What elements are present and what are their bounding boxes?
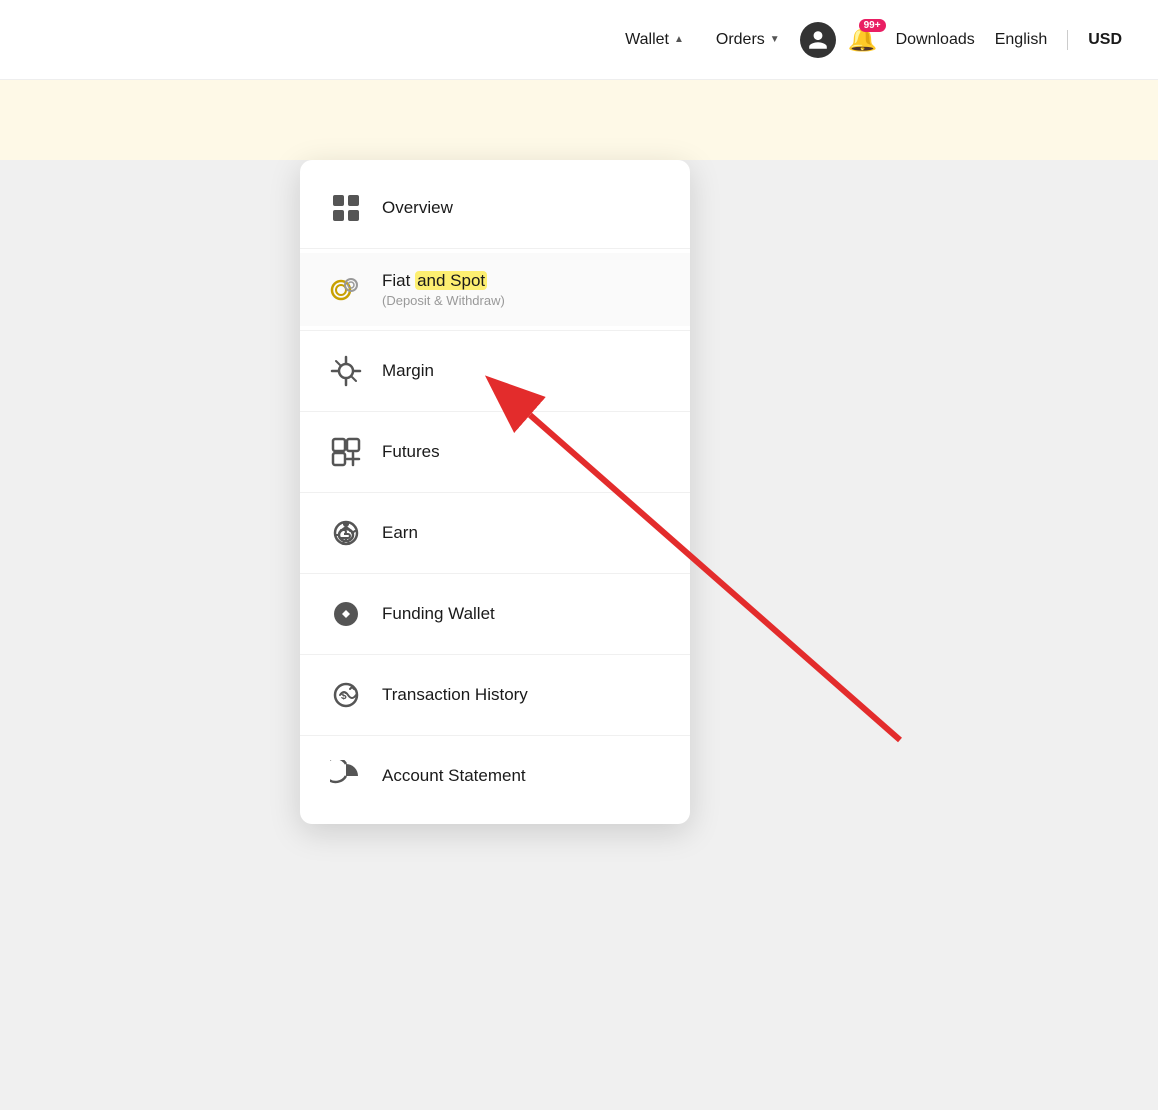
wallet-label: Wallet — [625, 31, 669, 49]
transaction-history-label: Transaction History — [382, 685, 528, 705]
divider-2 — [300, 330, 690, 331]
account-statement-label: Account Statement — [382, 766, 526, 786]
earn-text: Earn — [382, 523, 418, 543]
futures-icon — [328, 434, 364, 470]
promo-banner — [0, 80, 1158, 160]
fiat-spot-icon — [328, 272, 364, 308]
user-avatar[interactable] — [800, 22, 836, 58]
orders-caret: ▼ — [770, 34, 780, 45]
divider-1 — [300, 248, 690, 249]
wallet-nav-button[interactable]: Wallet ▲ — [613, 23, 696, 57]
wallet-caret: ▲ — [674, 34, 684, 45]
divider-5 — [300, 573, 690, 574]
funding-wallet-label: Funding Wallet — [382, 604, 495, 624]
dropdown-item-margin[interactable]: Margin — [300, 335, 690, 407]
earn-label: Earn — [382, 523, 418, 543]
futures-label: Futures — [382, 442, 440, 462]
wallet-dropdown: Overview Fiat and Spot (Deposit & Withdr… — [300, 160, 690, 824]
margin-label: Margin — [382, 361, 434, 381]
navbar: Wallet ▲ Orders ▼ 🔔 99+ Downloads Englis… — [0, 0, 1158, 80]
divider-7 — [300, 735, 690, 736]
nav-items: Wallet ▲ Orders ▼ 🔔 99+ Downloads Englis… — [613, 22, 1128, 58]
fiat-spot-text: Fiat and Spot (Deposit & Withdraw) — [382, 271, 505, 308]
overview-text: Overview — [382, 198, 453, 218]
dropdown-item-overview[interactable]: Overview — [300, 172, 690, 244]
account-statement-text: Account Statement — [382, 766, 526, 786]
margin-text: Margin — [382, 361, 434, 381]
funding-wallet-icon — [328, 596, 364, 632]
divider-3 — [300, 411, 690, 412]
dropdown-item-account-statement[interactable]: Account Statement — [300, 740, 690, 812]
fiat-spot-label: Fiat and Spot — [382, 271, 505, 291]
overview-icon — [328, 190, 364, 226]
divider-4 — [300, 492, 690, 493]
currency-selector[interactable]: USD — [1082, 23, 1128, 57]
language-selector[interactable]: English — [989, 23, 1053, 57]
divider-6 — [300, 654, 690, 655]
transaction-history-text: Transaction History — [382, 685, 528, 705]
futures-text: Futures — [382, 442, 440, 462]
svg-text:$: $ — [341, 691, 347, 702]
funding-wallet-text: Funding Wallet — [382, 604, 495, 624]
downloads-nav-link[interactable]: Downloads — [890, 23, 981, 57]
notification-badge: 99+ — [859, 19, 886, 32]
dropdown-item-funding-wallet[interactable]: Funding Wallet — [300, 578, 690, 650]
notification-bell[interactable]: 🔔 99+ — [848, 25, 878, 54]
earn-icon — [328, 515, 364, 551]
account-statement-icon — [328, 758, 364, 794]
dropdown-item-earn[interactable]: Earn — [300, 497, 690, 569]
margin-icon — [328, 353, 364, 389]
dropdown-item-transaction-history[interactable]: $ Transaction History — [300, 659, 690, 731]
overview-label: Overview — [382, 198, 453, 218]
transaction-history-icon: $ — [328, 677, 364, 713]
orders-nav-button[interactable]: Orders ▼ — [704, 23, 792, 57]
fiat-spot-sublabel: (Deposit & Withdraw) — [382, 293, 505, 308]
main-content: Overview Fiat and Spot (Deposit & Withdr… — [0, 160, 1158, 1110]
nav-divider — [1067, 30, 1068, 50]
dropdown-item-fiat-spot[interactable]: Fiat and Spot (Deposit & Withdraw) — [300, 253, 690, 326]
dropdown-item-futures[interactable]: Futures — [300, 416, 690, 488]
orders-label: Orders — [716, 31, 765, 49]
